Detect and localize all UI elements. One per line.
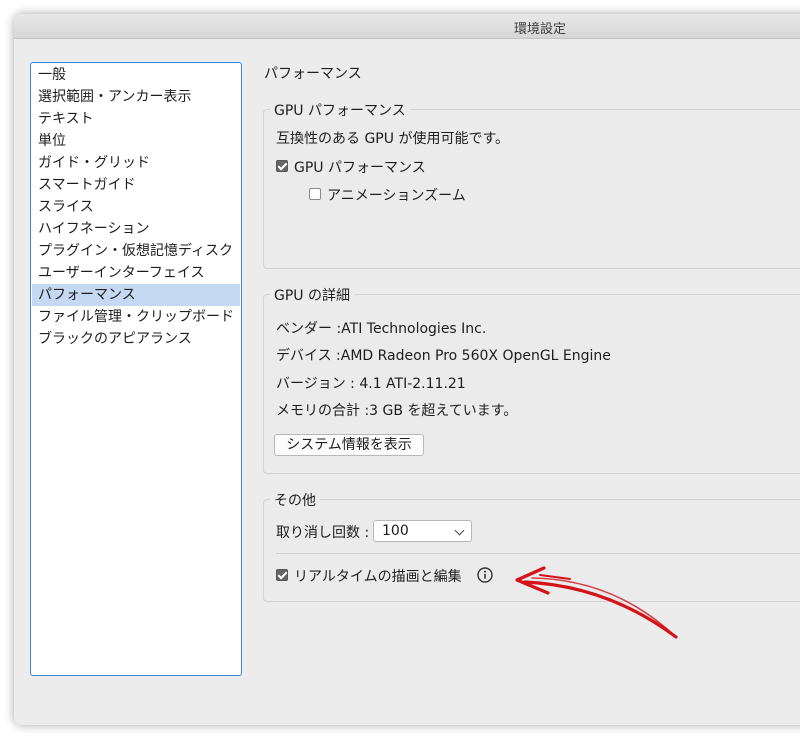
gpu-performance-label[interactable]: GPU パフォーマンス (294, 157, 426, 177)
sidebar-item-label: 単位 (38, 133, 66, 149)
sidebar-item-selection-anchor[interactable]: 選択範囲・アンカー表示 (32, 86, 240, 108)
sidebar-item-smart-guides[interactable]: スマートガイド (32, 174, 240, 196)
chevron-down-icon (454, 525, 465, 536)
animation-zoom-label[interactable]: アニメーションズーム (327, 185, 466, 205)
gpu-memory: メモリの合計 :3 GB を超えています。 (276, 403, 518, 419)
window-title: 環境設定 (514, 22, 567, 37)
gpu-performance-checkbox[interactable] (276, 160, 288, 172)
sidebar-item-label: プラグイン・仮想記憶ディスク (38, 243, 234, 259)
show-system-info-button[interactable]: システム情報を表示 (274, 434, 424, 456)
sidebar-item-black-appearance[interactable]: ブラックのアピアランス (32, 328, 240, 350)
group-label: GPU パフォーマンス (270, 100, 410, 120)
sidebar-item-slices[interactable]: スライス (32, 196, 240, 218)
sidebar-item-general[interactable]: 一般 (32, 64, 240, 86)
gpu-device: デバイス :AMD Radeon Pro 560X OpenGL Engine (276, 348, 611, 364)
undo-count-value: 100 (382, 523, 409, 539)
sidebar-item-label: 一般 (38, 67, 66, 83)
gpu-vendor: ベンダー :ATI Technologies Inc. (276, 321, 487, 337)
undo-count-label: 取り消し回数 : (276, 525, 370, 541)
category-list[interactable]: 一般 選択範囲・アンカー表示 テキスト 単位 ガイド・グリッド スマートガイド … (30, 62, 242, 676)
sidebar-item-guides-grid[interactable]: ガイド・グリッド (32, 152, 240, 174)
divider (276, 553, 800, 554)
sidebar-item-units[interactable]: 単位 (32, 130, 240, 152)
gpu-version: バージョン : 4.1 ATI-2.11.21 (276, 376, 466, 392)
sidebar-item-plugins-scratch[interactable]: プラグイン・仮想記憶ディスク (32, 240, 240, 262)
realtime-drawing-checkbox[interactable] (276, 569, 288, 581)
sidebar-item-label: ファイル管理・クリップボード (38, 309, 234, 325)
group-label: その他 (270, 490, 320, 510)
sidebar-item-file-clipboard[interactable]: ファイル管理・クリップボード (32, 306, 240, 328)
group-label: GPU の詳細 (270, 285, 354, 305)
sidebar-item-label: ブラックのアピアランス (38, 331, 192, 347)
gpu-compat-text: 互換性のある GPU が使用可能です。 (276, 131, 510, 147)
sidebar-item-label: スライス (38, 199, 94, 215)
sidebar-item-label: 選択範囲・アンカー表示 (38, 89, 192, 105)
page-title: パフォーマンス (264, 66, 362, 82)
sidebar-item-label: ガイド・グリッド (38, 155, 150, 171)
sidebar-item-label: ユーザーインターフェイス (38, 265, 205, 281)
sidebar-item-text[interactable]: テキスト (32, 108, 240, 130)
sidebar-item-label: テキスト (38, 111, 94, 127)
sidebar-item-label: パフォーマンス (38, 287, 136, 303)
sidebar-item-label: スマートガイド (38, 177, 136, 193)
animation-zoom-checkbox[interactable] (309, 188, 321, 200)
title-bar: 環境設定 (14, 14, 800, 39)
realtime-drawing-label[interactable]: リアルタイムの描画と編集 (294, 566, 462, 586)
other-group: その他 (263, 490, 800, 602)
sidebar-item-hyphenation[interactable]: ハイフネーション (32, 218, 240, 240)
sidebar-item-performance[interactable]: パフォーマンス (32, 284, 240, 306)
sidebar-item-user-interface[interactable]: ユーザーインターフェイス (32, 262, 240, 284)
sidebar-item-label: ハイフネーション (38, 221, 150, 237)
info-icon[interactable] (477, 567, 493, 583)
undo-count-select[interactable]: 100 (373, 520, 472, 542)
